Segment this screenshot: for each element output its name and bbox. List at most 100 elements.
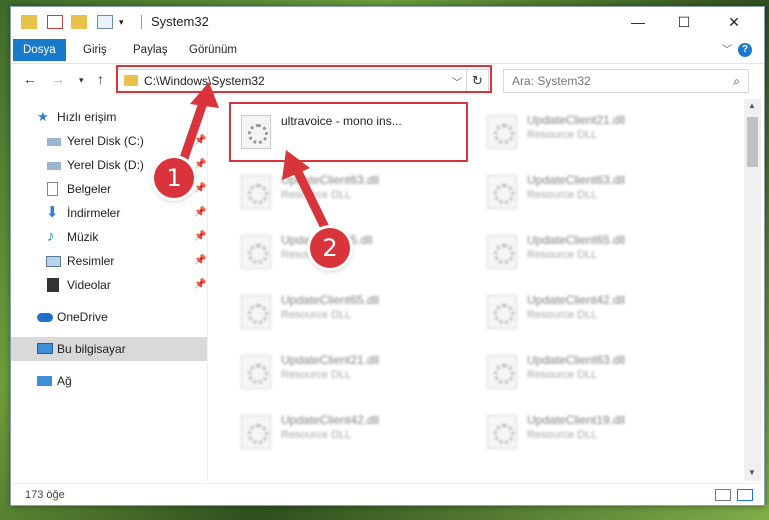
address-bar-highlight [116, 65, 492, 93]
file-name: UpdateClient65.dll [527, 233, 626, 247]
file-name: UpdateClient42.dll [527, 293, 626, 307]
file-item[interactable]: UpdateClient21.dll Resource DLL [231, 345, 471, 401]
properties-icon[interactable] [47, 15, 63, 29]
pane-divider[interactable] [207, 99, 208, 481]
file-name: UpdateClient63.dll [281, 173, 380, 187]
search-box[interactable]: Ara: System32 ⌕ [503, 69, 749, 93]
dll-file-icon [241, 415, 271, 449]
sidebar-item-label: Bu bilgisayar [57, 342, 126, 356]
dll-file-icon [487, 355, 517, 389]
sidebar-item-label: Ağ [57, 374, 72, 388]
large-icons-view-icon[interactable] [737, 489, 753, 501]
file-item[interactable]: UpdateClient63.dll Resource DLL [231, 165, 471, 221]
file-item[interactable]: UpdateClient21.dll Resource DLL [477, 105, 717, 161]
pin-icon[interactable]: 📌 [194, 225, 206, 249]
sidebar-item-label: Videolar [67, 278, 111, 292]
file-name: UpdateClient65.dll [281, 293, 380, 307]
dll-file-icon [241, 355, 271, 389]
dropdown-arrow-icon[interactable]: ▾ [119, 17, 135, 31]
tab-dosya[interactable]: Dosya [13, 39, 66, 61]
pin-icon[interactable]: 📌 [194, 249, 206, 273]
file-name: UpdateClient42.dll [281, 413, 380, 427]
window-title: System32 [151, 14, 209, 29]
music-note-icon: ♪ [47, 228, 55, 245]
dll-file-icon [487, 175, 517, 209]
pin-icon[interactable]: 📌 [194, 129, 206, 153]
help-icon[interactable]: ? [738, 43, 752, 57]
close-button[interactable]: ✕ [711, 7, 757, 37]
sidebar-item-local-disk-c[interactable]: Yerel Disk (C:) 📌 [11, 129, 207, 153]
pin-icon[interactable]: 📌 [194, 273, 206, 297]
sidebar-item-label: Müzik [67, 230, 99, 244]
drive-icon [47, 162, 61, 170]
document-icon [47, 182, 58, 196]
sidebar-item-label: Yerel Disk (C:) [67, 134, 144, 148]
recent-locations-icon[interactable]: ▾ [79, 75, 84, 86]
sidebar-item-network[interactable]: Ağ [11, 369, 207, 393]
pin-icon[interactable]: 📌 [194, 177, 206, 201]
status-bar: 173 öğe [11, 483, 764, 507]
sidebar-item-downloads[interactable]: ⬇ İndirmeler 📌 [11, 201, 207, 225]
minimize-button[interactable]: — [615, 7, 661, 37]
sidebar-item-label: Yerel Disk (D:) [67, 158, 144, 172]
file-item[interactable]: UpdateClient5.dll Resource DLL [231, 225, 471, 281]
cloud-icon [37, 313, 53, 322]
item-count: 173 öğe [25, 489, 65, 501]
search-input[interactable]: Ara: System32 [512, 74, 591, 88]
step-1-badge: 1 [154, 158, 194, 198]
dll-file-icon [487, 295, 517, 329]
dll-file-icon [241, 295, 271, 329]
file-item[interactable]: UpdateClient19.dll Resource DLL [477, 405, 717, 461]
file-item[interactable]: UpdateClient63.dll Resource DLL [477, 165, 717, 221]
title-separator [141, 15, 142, 29]
forward-arrow-icon[interactable]: → [51, 71, 65, 87]
sidebar-item-music[interactable]: ♪ Müzik 📌 [11, 225, 207, 249]
ribbon-tabs: Dosya Giriş Paylaş Görünüm ﹀ ? [11, 37, 764, 61]
step-2-badge: 2 [310, 228, 350, 268]
search-icon[interactable]: ⌕ [733, 74, 740, 89]
scroll-thumb[interactable] [747, 117, 758, 167]
sidebar-item-this-pc[interactable]: Bu bilgisayar [11, 337, 207, 361]
download-arrow-icon: ⬇ [46, 204, 59, 221]
sidebar-item-quick-access[interactable]: ★ Hızlı erişim [11, 105, 207, 129]
tab-paylas[interactable]: Paylaş [123, 39, 178, 61]
scroll-up-icon[interactable]: ▲ [748, 101, 756, 110]
film-icon [47, 278, 59, 292]
dll-file-icon [487, 235, 517, 269]
scroll-down-icon[interactable]: ▼ [748, 468, 756, 477]
maximize-button[interactable]: ☐ [661, 7, 707, 37]
sidebar-item-label: İndirmeler [67, 206, 121, 220]
file-name: UpdateClient19.dll [527, 413, 626, 427]
picture-icon [46, 256, 61, 267]
folder-icon [21, 15, 37, 29]
customize-toolbar-icon[interactable] [97, 15, 113, 29]
details-view-icon[interactable] [715, 489, 731, 501]
drive-icon [47, 138, 61, 146]
file-highlight [229, 102, 468, 162]
back-arrow-icon[interactable]: ← [23, 71, 37, 87]
network-icon [37, 376, 52, 386]
file-name: UpdateClient63.dll [527, 173, 626, 187]
file-item[interactable]: UpdateClient63.dll Resource DLL [477, 345, 717, 401]
sidebar-item-onedrive[interactable]: OneDrive [11, 305, 207, 329]
file-type: Resource DLL [281, 189, 352, 201]
new-folder-icon[interactable] [71, 15, 87, 29]
file-item[interactable]: UpdateClient65.dll Resource DLL [231, 285, 471, 341]
file-type: Resource DLL [527, 309, 598, 321]
up-arrow-icon[interactable]: ↑ [97, 71, 104, 87]
vertical-scrollbar[interactable]: ▲ ▼ [744, 99, 761, 481]
pin-icon[interactable]: 📌 [194, 153, 206, 177]
sidebar-item-videos[interactable]: Videolar 📌 [11, 273, 207, 297]
sidebar-item-pictures[interactable]: Resimler 📌 [11, 249, 207, 273]
file-item[interactable]: UpdateClient42.dll Resource DLL [477, 285, 717, 341]
file-item[interactable]: UpdateClient65.dll Resource DLL [477, 225, 717, 281]
file-type: Resource DLL [527, 369, 598, 381]
pin-icon[interactable]: 📌 [194, 201, 206, 225]
expand-ribbon-icon[interactable]: ﹀ [722, 41, 732, 56]
tab-gorunum[interactable]: Görünüm [179, 39, 247, 61]
file-type: Resource DLL [527, 429, 598, 441]
file-item[interactable]: UpdateClient42.dll Resource DLL [231, 405, 471, 461]
tab-giris[interactable]: Giriş [73, 39, 117, 61]
dll-file-icon [241, 235, 271, 269]
file-type: Resource DLL [281, 369, 352, 381]
